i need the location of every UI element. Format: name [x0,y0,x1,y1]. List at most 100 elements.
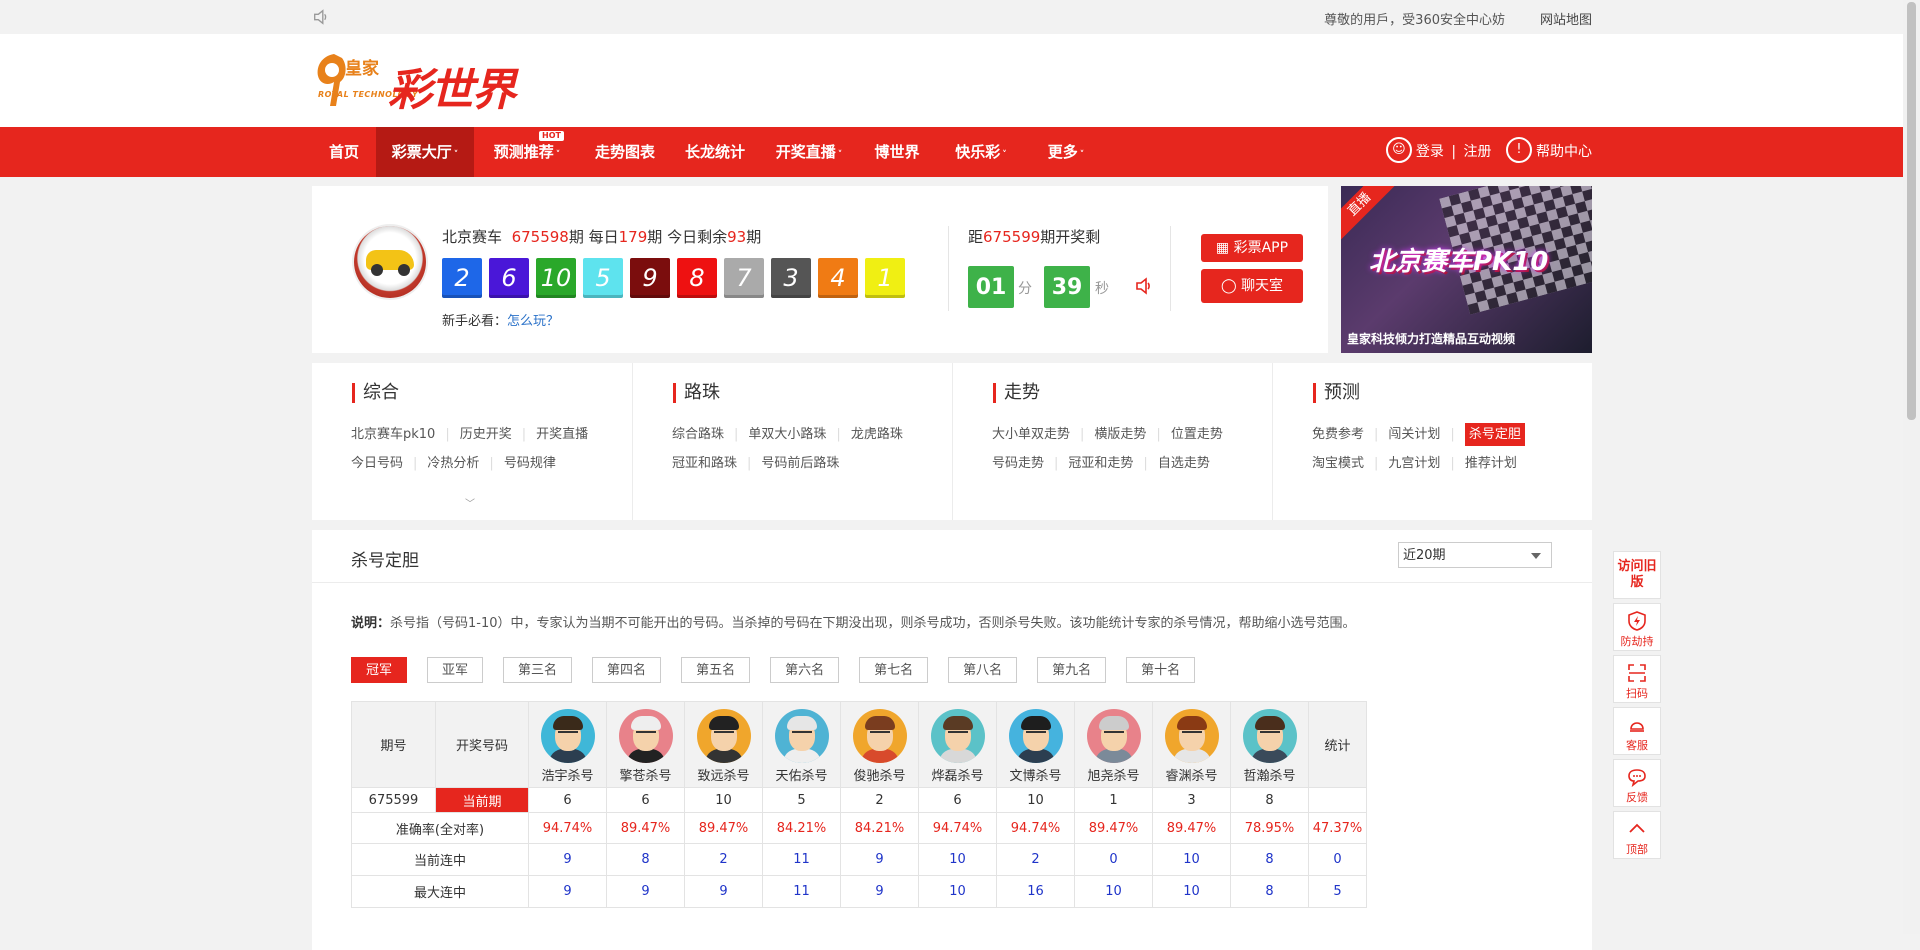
position-tab[interactable]: 亚军 [427,657,484,683]
nav-item[interactable]: 彩票大厅 ˅ [376,127,474,177]
help-link[interactable]: 帮助中心 [1536,144,1592,160]
divider [948,226,949,311]
remain-suffix: 期 [746,228,762,246]
position-tab[interactable]: 第九名 [1037,657,1107,683]
menu-link[interactable]: 横版走势 [1094,427,1146,442]
stat-value-cell: 89.47% [606,812,685,844]
expert-header[interactable]: 睿渊杀号 [1152,701,1231,788]
nav-item-label: 博世界 [874,143,920,161]
menu-link[interactable]: 闯关计划 [1388,427,1440,442]
sound-icon[interactable] [1134,276,1154,296]
draw-ball: 7 [724,258,764,298]
menu-link[interactable]: 杀号定胆 [1464,423,1525,446]
nav-item[interactable]: 快乐彩 ˅ [936,127,1026,177]
countdown-suffix: 期开奖剩 [1040,228,1101,246]
sitemap-link[interactable]: 网站地图 [1540,9,1592,28]
menu-link[interactable]: 冠亚和路珠 [672,456,737,471]
nav-item[interactable]: 更多 ˅ [1026,127,1106,177]
expert-name: 烨磊杀号 [931,769,984,784]
position-tab[interactable]: 第八名 [948,657,1018,683]
menu-column: 预测 免费参考 | 闯关计划 | 杀号定胆 淘宝模式 | 九宫计划 | 推荐计划 [1272,363,1592,520]
menu-link[interactable]: 今日号码 [351,456,403,471]
nav-item[interactable]: 长龙统计 [670,127,760,177]
side-tool-label: 扫码 [1626,687,1648,700]
menu-link[interactable]: 号码前后路珠 [761,456,839,471]
expert-header[interactable]: 天佑杀号 [762,701,841,788]
position-tab[interactable]: 第六名 [770,657,840,683]
menu-link[interactable]: 位置走势 [1171,427,1223,442]
side-tool-up[interactable]: 顶部 [1613,811,1661,859]
side-tool-scan[interactable]: 扫码 [1613,655,1661,703]
expert-name: 俊驰杀号 [853,769,906,784]
current-period: 675598 [511,228,569,246]
menu-link[interactable]: 历史开奖 [460,427,512,442]
expert-header[interactable]: 旭尧杀号 [1074,701,1153,788]
side-toolbar: 访问旧版 防劫持扫码客服 反馈 顶部 [1613,551,1663,863]
stat-value-cell: 89.47% [1152,812,1231,844]
security-notice[interactable]: 尊敬的用戶，受360安全中心妨 [1324,9,1505,28]
expert-header[interactable]: 哲瀚杀号 [1230,701,1309,788]
menu-link[interactable]: 冷热分析 [427,456,479,471]
menu-link[interactable]: 开奖直播 [536,427,588,442]
menu-link[interactable]: 推荐计划 [1465,456,1517,471]
expert-header[interactable]: 文博杀号 [996,701,1075,788]
stat-value-cell: 8 [606,843,685,876]
login-link[interactable]: 登录 [1416,144,1444,160]
site-logo[interactable]: 皇家 ROYAL TECHNOLOGY 彩世界 [312,52,522,116]
side-tool-shield[interactable]: 防劫持 [1613,603,1661,651]
position-tab[interactable]: 第四名 [592,657,662,683]
menu-link[interactable]: 淘宝模式 [1312,456,1364,471]
nav-item[interactable]: 博世界 [858,127,936,177]
position-tab[interactable]: 第五名 [681,657,751,683]
old-version-button[interactable]: 访问旧版 [1613,551,1661,599]
position-tab[interactable]: 第三名 [503,657,573,683]
user-icon: ☺ [1385,137,1412,163]
stat-value-cell: 78.95% [1230,812,1309,844]
menu-link[interactable]: 单双大小路珠 [748,427,826,442]
menu-link[interactable]: 号码走势 [992,456,1044,471]
card-title: 杀号定胆 [351,551,419,571]
kill-number-cell: 8 [1230,787,1309,813]
menu-link[interactable]: 自选走势 [1158,456,1210,471]
current-period-row: 675599 当前期 6 6 10 5 2 6 10 1 3 8 [351,787,1367,813]
nav-item[interactable]: 走势图表 [580,127,670,177]
menu-link[interactable]: 九宫计划 [1388,456,1440,471]
nav-item[interactable]: 预测推荐 ˅ HOT [474,127,580,177]
period-range-select[interactable]: 近20期 [1398,542,1552,568]
expert-header[interactable]: 浩宇杀号 [528,701,607,788]
draw-ball: 6 [489,258,529,298]
menu-link[interactable]: 号码规律 [504,456,556,471]
menu-link[interactable]: 北京赛车pk10 [351,427,435,442]
lottery-app-button[interactable]: ▦ 彩票APP [1201,234,1303,262]
current-period-badge: 当前期 [435,787,529,813]
expert-header[interactable]: 烨磊杀号 [918,701,997,788]
menu-link[interactable]: 冠亚和走势 [1068,456,1133,471]
position-tab[interactable]: 第十名 [1126,657,1196,683]
stat-value-cell: 9 [840,843,919,876]
stats-total-cell: 5 [1308,875,1367,908]
nav-item[interactable]: 首页 [312,127,376,177]
menu-link[interactable]: 大小单双走势 [992,427,1070,442]
side-tool-chat[interactable]: 反馈 [1613,759,1661,807]
stats-total-cell: 0 [1308,843,1367,876]
menu-link[interactable]: 免费参考 [1312,427,1364,442]
side-tool-support[interactable]: 客服 [1613,707,1661,755]
nav-item[interactable]: 开奖直播 ˅ [760,127,858,177]
expert-header[interactable]: 俊驰杀号 [840,701,919,788]
scrollbar[interactable] [1903,0,1920,934]
speaker-icon[interactable] [312,8,330,26]
menu-column: 走势 大小单双走势 | 横版走势 | 位置走势 号码走势 | 冠亚和走势 | 自选走势 [952,363,1272,520]
expand-chevron-icon[interactable]: ﹀ [465,495,475,510]
menu-link[interactable]: 综合路珠 [672,427,724,442]
scrollbar-thumb[interactable] [1907,2,1916,420]
chat-room-button[interactable]: ◯ 聊天室 [1201,269,1303,303]
expert-header[interactable]: 擎苍杀号 [606,701,685,788]
expert-header[interactable]: 致远杀号 [684,701,763,788]
position-tab[interactable]: 第七名 [859,657,929,683]
position-tab[interactable]: 冠军 [351,657,408,683]
stat-value-cell: 8 [1230,875,1309,908]
how-to-play-link[interactable]: 怎么玩？ [507,314,559,329]
menu-link[interactable]: 龙虎路珠 [851,427,903,442]
register-link[interactable]: 注册 [1464,144,1492,160]
live-video-banner[interactable]: 直播 北京赛车PK10 皇家科技倾力打造精品互动视频 [1341,186,1592,353]
